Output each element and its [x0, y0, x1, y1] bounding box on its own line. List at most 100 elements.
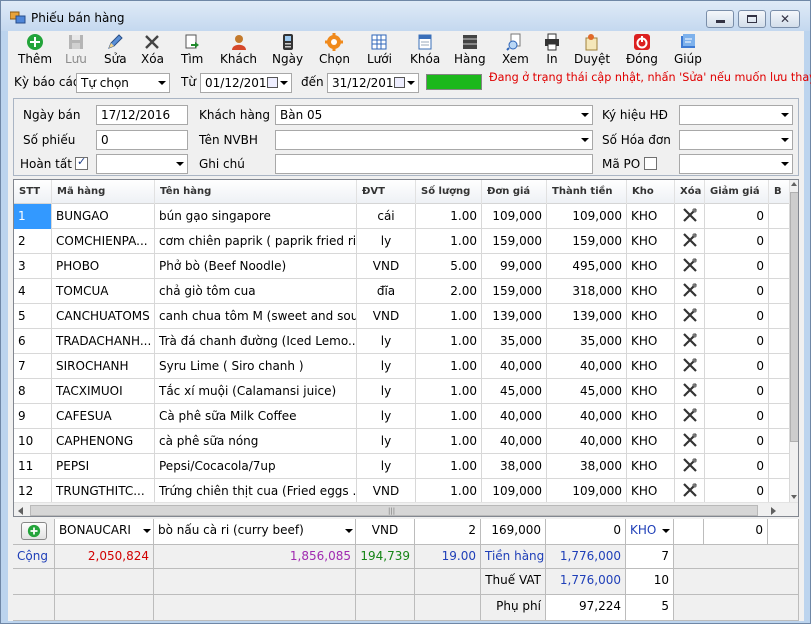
delete-row-icon[interactable] — [682, 307, 697, 322]
cell-store[interactable]: KHO — [627, 204, 675, 229]
cell-price[interactable]: 38,000 — [482, 454, 547, 479]
cell-qty[interactable]: 2.00 — [416, 279, 482, 304]
scroll-thumb-horizontal[interactable]: ||| — [30, 505, 758, 516]
toolbar-calendar-button[interactable]: Ngày — [272, 33, 303, 67]
cell-price[interactable]: 40,000 — [482, 404, 547, 429]
column-header[interactable]: Kho — [627, 180, 675, 204]
cell-unit[interactable]: ly — [357, 404, 416, 429]
delete-row-icon[interactable] — [682, 432, 697, 447]
cell-extra[interactable] — [769, 354, 790, 379]
table-row[interactable]: 8 TACXIMUOI Tắc xí muội (Calamansi juice) l… — [14, 379, 790, 404]
entry-qty[interactable]: 2 — [415, 519, 481, 545]
cell-qty[interactable]: 1.00 — [416, 454, 482, 479]
cell-store[interactable]: KHO — [627, 404, 675, 429]
toolbar-delete-button[interactable]: Xóa — [141, 33, 164, 67]
cell-store[interactable]: KHO — [627, 329, 675, 354]
cell-qty[interactable]: 1.00 — [416, 479, 482, 504]
cell-price[interactable]: 45,000 — [482, 379, 547, 404]
cell-extra[interactable] — [769, 429, 790, 454]
delete-row-icon[interactable] — [682, 207, 697, 222]
entry-unit[interactable]: VND — [356, 519, 415, 545]
cell-discount[interactable]: 0 — [705, 229, 769, 254]
table-row[interactable]: 6 TRADACHANH... Trà đá chanh đường (Iced L… — [14, 329, 790, 354]
column-header[interactable]: Tên hàng — [155, 180, 357, 204]
cell-code[interactable]: SIROCHANH — [52, 354, 155, 379]
cell-amount[interactable]: 495,000 — [547, 254, 627, 279]
delete-row-icon[interactable] — [682, 457, 697, 472]
cell-delete[interactable] — [675, 479, 705, 504]
toolbar-save-button[interactable]: Lưu — [65, 33, 87, 67]
cell-delete[interactable] — [675, 429, 705, 454]
cell-delete[interactable] — [675, 204, 705, 229]
delete-row-icon[interactable] — [682, 332, 697, 347]
cell-store[interactable]: KHO — [627, 379, 675, 404]
cell-store[interactable]: KHO — [627, 454, 675, 479]
delete-row-icon[interactable] — [682, 407, 697, 422]
toolbar-edit-button[interactable]: Sửa — [104, 33, 127, 67]
table-row[interactable]: 9 CAFESUA Cà phê sữa Milk Coffee ly 1.00 40,0… — [14, 404, 790, 429]
toolbar-lock-button[interactable]: Khóa — [410, 33, 440, 67]
toolbar-grid-button[interactable]: Lưới — [367, 33, 392, 67]
cell-qty[interactable]: 1.00 — [416, 429, 482, 454]
column-header[interactable]: Đơn giá — [482, 180, 547, 204]
cell-name[interactable]: Syru Lime ( Siro chanh ) — [155, 354, 357, 379]
cell-unit[interactable]: ly — [357, 429, 416, 454]
completed-checkbox[interactable]: ✓ — [75, 155, 88, 170]
cell-store[interactable]: KHO — [627, 354, 675, 379]
horizontal-scrollbar[interactable]: ||| — [14, 502, 798, 516]
cell-store[interactable]: KHO — [627, 304, 675, 329]
po-select[interactable] — [679, 154, 793, 174]
scroll-up-arrow[interactable] — [791, 182, 797, 186]
table-row[interactable]: 4 TOMCUA chả giò tôm cua đĩa 2.00 159,000 318,… — [14, 279, 790, 304]
entry-discount[interactable]: 0 — [704, 519, 768, 545]
cell-discount[interactable]: 0 — [705, 204, 769, 229]
voucher-no-field[interactable]: 0 — [96, 130, 188, 150]
delete-row-icon[interactable] — [682, 482, 697, 497]
cell-extra[interactable] — [769, 279, 790, 304]
cell-delete[interactable] — [675, 229, 705, 254]
maximize-button[interactable] — [738, 10, 766, 28]
cell-price[interactable]: 159,000 — [482, 279, 547, 304]
cell-store[interactable]: KHO — [627, 429, 675, 454]
cell-discount[interactable]: 0 — [705, 329, 769, 354]
table-row[interactable]: 7 SIROCHANH Syru Lime ( Siro chanh ) ly 1.00… — [14, 354, 790, 379]
table-row[interactable]: 12 TRUNGTHITC... Trứng chiên thịt cua (Fri… — [14, 479, 790, 504]
cell-store[interactable]: KHO — [627, 254, 675, 279]
cell-discount[interactable]: 0 — [705, 454, 769, 479]
completed-select[interactable] — [96, 154, 188, 174]
cell-amount[interactable]: 109,000 — [547, 479, 627, 504]
cell-price[interactable]: 109,000 — [482, 479, 547, 504]
cell-code[interactable]: PHOBO — [52, 254, 155, 279]
cell-qty[interactable]: 1.00 — [416, 404, 482, 429]
toolbar-help-button[interactable]: Giúp — [674, 33, 702, 67]
cell-delete[interactable] — [675, 404, 705, 429]
toolbar-search-button[interactable]: Tìm — [181, 33, 203, 67]
cell-code[interactable]: BUNGAO — [52, 204, 155, 229]
column-header[interactable]: B — [769, 180, 790, 204]
cell-name[interactable]: Trà đá chanh đường (Iced Lemo... — [155, 329, 357, 354]
cell-qty[interactable]: 1.00 — [416, 354, 482, 379]
cell-amount[interactable]: 318,000 — [547, 279, 627, 304]
cell-price[interactable]: 99,000 — [482, 254, 547, 279]
cell-qty[interactable]: 1.00 — [416, 204, 482, 229]
toolbar-approve-button[interactable]: Duyệt — [574, 33, 610, 67]
customer-select[interactable]: Bàn 05 — [275, 105, 593, 125]
cell-discount[interactable]: 0 — [705, 304, 769, 329]
column-header[interactable]: Mã hàng — [52, 180, 155, 204]
cell-store[interactable]: KHO — [627, 479, 675, 504]
table-row[interactable]: 2 COMCHIENPA... cơm chiên paprik ( paprik … — [14, 229, 790, 254]
cell-extra[interactable] — [769, 454, 790, 479]
cell-name[interactable]: Trứng chiên thịt cua (Fried eggs ... — [155, 479, 357, 504]
table-row[interactable]: 5 CANCHUATOMS canh chua tôm M (sweet and s… — [14, 304, 790, 329]
cell-qty[interactable]: 1.00 — [416, 229, 482, 254]
cell-unit[interactable]: ly — [357, 354, 416, 379]
cell-extra[interactable] — [769, 329, 790, 354]
cell-store[interactable]: KHO — [627, 279, 675, 304]
cell-discount[interactable]: 0 — [705, 279, 769, 304]
cell-delete[interactable] — [675, 354, 705, 379]
column-header[interactable]: Thành tiền — [547, 180, 627, 204]
toolbar-printer-button[interactable]: In — [543, 33, 561, 67]
cell-extra[interactable] — [769, 479, 790, 504]
cell-discount[interactable]: 0 — [705, 354, 769, 379]
minimize-button[interactable] — [706, 10, 734, 28]
